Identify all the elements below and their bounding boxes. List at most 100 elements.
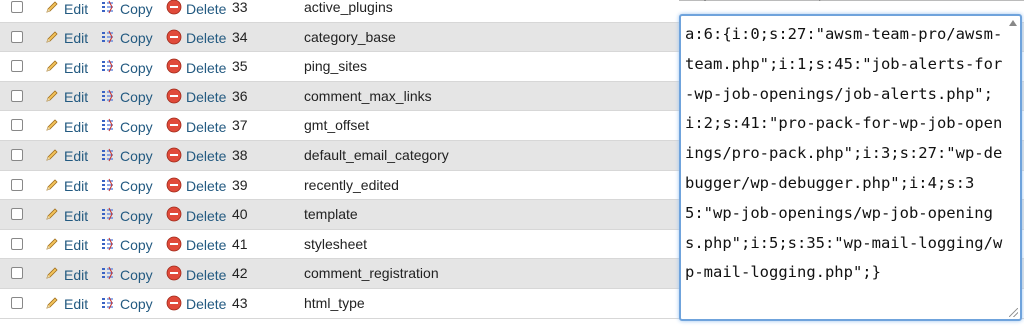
copy-link[interactable]: Copy — [100, 0, 153, 18]
pencil-icon — [44, 117, 60, 136]
edit-link[interactable]: Edit — [44, 206, 88, 225]
resize-handle-icon[interactable] — [1009, 308, 1018, 317]
row-checkbox[interactable] — [11, 1, 23, 13]
edit-link[interactable]: Edit — [44, 117, 88, 136]
edit-link[interactable]: Edit — [44, 295, 88, 314]
copy-icon — [100, 0, 116, 18]
edit-link[interactable]: Edit — [44, 177, 88, 196]
option-value-editor[interactable]: a:6:{i:0;s:27:"awsm-team-pro/awsm-team.p… — [679, 14, 1022, 321]
edit-label: Edit — [64, 148, 89, 165]
edit-link[interactable]: Edit — [44, 0, 88, 18]
option-id: 40 — [232, 206, 248, 223]
delete-link[interactable]: Delete — [166, 177, 226, 196]
copy-label: Copy — [120, 296, 153, 313]
copy-label: Copy — [120, 266, 153, 283]
delete-link[interactable]: Delete — [166, 147, 226, 166]
delete-link[interactable]: Delete — [166, 117, 226, 136]
delete-link[interactable]: Delete — [166, 0, 226, 18]
option-value-text[interactable]: a:6:{i:0;s:27:"awsm-team-pro/awsm-team.p… — [685, 20, 1003, 288]
option-name: comment_max_links — [304, 87, 432, 104]
copy-label: Copy — [120, 30, 153, 47]
option-id: 33 — [232, 0, 248, 15]
option-id: 36 — [232, 87, 248, 104]
editor-scrollbar[interactable] — [1008, 20, 1018, 316]
copy-icon — [100, 236, 116, 255]
pencil-icon — [44, 88, 60, 107]
pencil-icon — [44, 0, 60, 18]
edit-link[interactable]: Edit — [44, 29, 88, 48]
copy-icon — [100, 117, 116, 136]
row-checkbox[interactable] — [11, 208, 23, 221]
delete-link[interactable]: Delete — [166, 58, 226, 77]
option-name: stylesheet — [304, 235, 368, 252]
copy-link[interactable]: Copy — [100, 117, 153, 136]
pencil-icon — [44, 147, 60, 166]
copy-link[interactable]: Copy — [100, 236, 153, 255]
delete-label: Delete — [186, 59, 227, 76]
copy-link[interactable]: Copy — [100, 206, 153, 225]
copy-link[interactable]: Copy — [100, 147, 153, 166]
row-checkbox[interactable] — [11, 237, 23, 250]
delete-icon — [166, 58, 182, 77]
row-checkbox[interactable] — [11, 296, 23, 309]
row-checkbox[interactable] — [11, 267, 23, 280]
row-checkbox[interactable] — [11, 119, 23, 132]
option-id: 39 — [232, 176, 248, 193]
option-value[interactable]: a:6:{i:0;s:27:"awsm-team-pro/awsm- — [682, 0, 1012, 1]
delete-link[interactable]: Delete — [166, 88, 226, 107]
edit-link[interactable]: Edit — [44, 265, 88, 284]
delete-icon — [166, 0, 182, 18]
option-id: 35 — [232, 58, 248, 75]
row-checkbox[interactable] — [11, 178, 23, 191]
scroll-up-arrow-icon[interactable] — [1009, 20, 1017, 26]
pencil-icon — [44, 206, 60, 225]
option-name: recently_edited — [304, 176, 399, 193]
edit-label: Edit — [64, 296, 89, 313]
pencil-icon — [44, 177, 60, 196]
copy-link[interactable]: Copy — [100, 265, 153, 284]
copy-link[interactable]: Copy — [100, 29, 153, 48]
copy-icon — [100, 265, 116, 284]
delete-link[interactable]: Delete — [166, 265, 226, 284]
edit-label: Edit — [64, 89, 89, 106]
copy-link[interactable]: Copy — [100, 88, 153, 107]
delete-link[interactable]: Delete — [166, 295, 226, 314]
option-id: 38 — [232, 146, 248, 163]
row-checkbox[interactable] — [11, 148, 23, 161]
edit-label: Edit — [64, 207, 89, 224]
delete-link[interactable]: Delete — [166, 206, 226, 225]
copy-label: Copy — [120, 207, 153, 224]
delete-label: Delete — [186, 237, 227, 254]
edit-link[interactable]: Edit — [44, 236, 88, 255]
delete-icon — [166, 177, 182, 196]
delete-icon — [166, 265, 182, 284]
option-name: gmt_offset — [304, 117, 370, 134]
delete-label: Delete — [186, 148, 227, 165]
pencil-icon — [44, 58, 60, 77]
option-name: ping_sites — [304, 58, 368, 75]
delete-icon — [166, 236, 182, 255]
edit-label: Edit — [64, 0, 89, 17]
edit-link[interactable]: Edit — [44, 147, 88, 166]
copy-label: Copy — [120, 148, 153, 165]
edit-label: Edit — [64, 30, 89, 47]
row-checkbox[interactable] — [11, 30, 23, 43]
edit-link[interactable]: Edit — [44, 88, 88, 107]
copy-icon — [100, 177, 116, 196]
delete-label: Delete — [186, 89, 227, 106]
edit-label: Edit — [64, 178, 89, 195]
copy-link[interactable]: Copy — [100, 177, 153, 196]
edit-link[interactable]: Edit — [44, 58, 88, 77]
delete-link[interactable]: Delete — [166, 29, 226, 48]
copy-label: Copy — [120, 237, 153, 254]
delete-icon — [166, 29, 182, 48]
delete-link[interactable]: Delete — [166, 236, 226, 255]
copy-link[interactable]: Copy — [100, 58, 153, 77]
copy-label: Copy — [120, 118, 153, 135]
row-checkbox[interactable] — [11, 89, 23, 102]
option-name: html_type — [304, 294, 365, 311]
pencil-icon — [44, 236, 60, 255]
copy-link[interactable]: Copy — [100, 295, 153, 314]
edit-label: Edit — [64, 59, 89, 76]
row-checkbox[interactable] — [11, 60, 23, 73]
